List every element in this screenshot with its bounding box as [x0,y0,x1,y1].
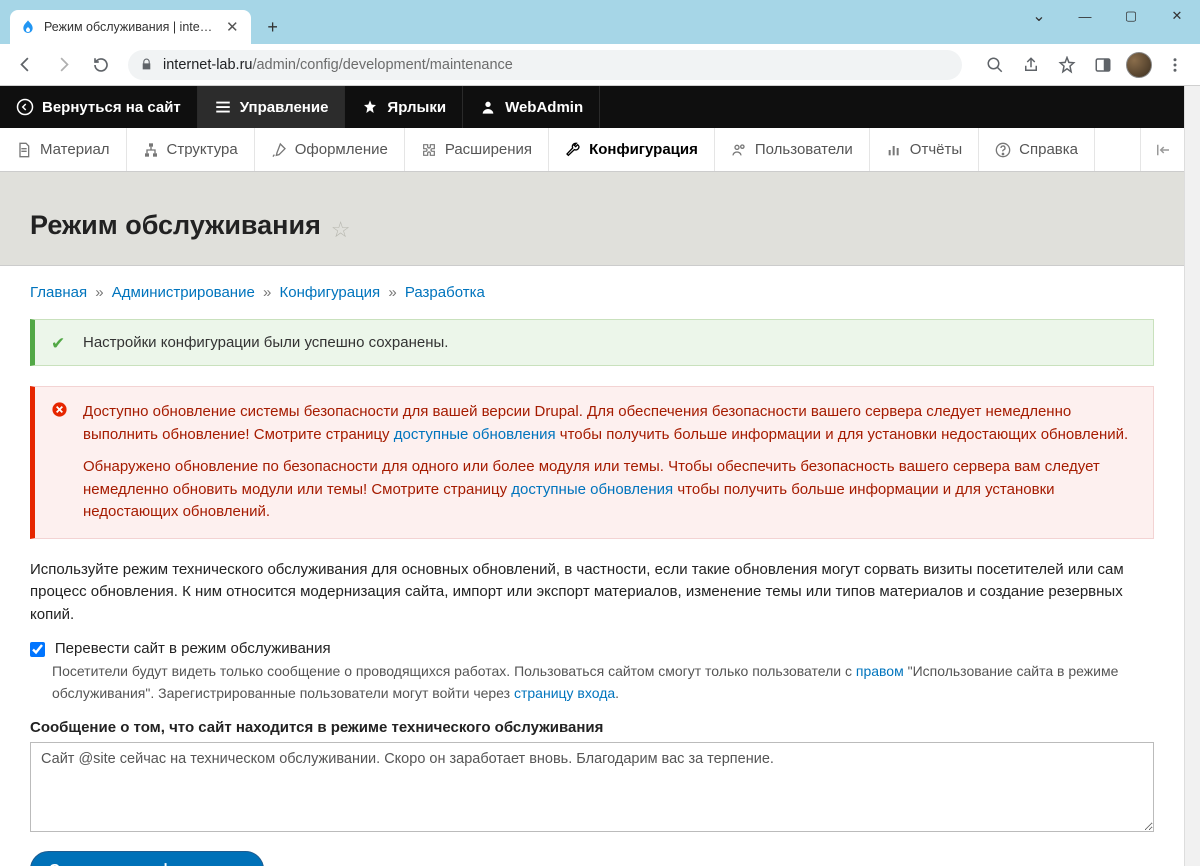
chart-icon [886,142,902,158]
url-text: internet-lab.ru/admin/config/development… [163,57,513,73]
forward-button[interactable] [46,48,80,82]
reload-button[interactable] [84,48,118,82]
browser-address-bar: internet-lab.ru/admin/config/development… [0,44,1200,86]
star-icon [361,99,379,115]
menu-structure[interactable]: Структура [127,128,255,171]
browser-titlebar: Режим обслуживания | internet ✕ + ⌄ ― ▢ … [0,0,1200,44]
breadcrumb-home[interactable]: Главная [30,284,87,301]
maximize-button[interactable]: ▢ [1108,0,1154,32]
form-description: Используйте режим технического обслужива… [30,559,1154,627]
new-tab-button[interactable]: + [259,13,287,41]
maintenance-checkbox-label[interactable]: Перевести сайт в режим обслуживания [55,640,331,657]
updates-link-1[interactable]: доступные обновления [394,426,556,443]
hierarchy-icon [143,142,159,158]
menu-config[interactable]: Конфигурация [549,128,715,171]
checkbox-help-text: Посетители будут видеть только сообщение… [52,661,1154,704]
message-field-label: Сообщение о том, что сайт находится в ре… [30,719,1154,736]
manage-button[interactable]: Управление [198,86,346,128]
people-icon [731,142,747,158]
user-menu-button[interactable]: WebAdmin [463,86,600,128]
user-label: WebAdmin [505,99,583,116]
shortcuts-label: Ярлыки [387,99,446,116]
url-box[interactable]: internet-lab.ru/admin/config/development… [128,50,962,80]
arrow-left-circle-icon [16,98,34,116]
menu-content[interactable]: Материал [0,128,127,171]
minimize-button[interactable]: ― [1062,0,1108,32]
maintenance-checkbox[interactable] [30,642,45,657]
page-title: Режим обслуживания [30,210,321,241]
updates-link-2[interactable]: доступные обновления [511,481,673,498]
wrench-icon [565,142,581,158]
menu-appearance[interactable]: Оформление [255,128,405,171]
menu-people[interactable]: Пользователи [715,128,870,171]
puzzle-icon [421,142,437,158]
close-button[interactable]: ✕ [1154,0,1200,32]
breadcrumb-admin[interactable]: Администрирование [112,284,255,301]
kebab-menu-icon[interactable] [1158,48,1192,82]
tab-title: Режим обслуживания | internet [44,20,214,34]
side-panel-icon[interactable] [1086,48,1120,82]
collapse-menu-button[interactable] [1140,128,1184,171]
browser-tab[interactable]: Режим обслуживания | internet ✕ [10,10,251,44]
breadcrumb-config[interactable]: Конфигурация [280,284,381,301]
maintenance-message-textarea[interactable] [30,742,1154,832]
drupal-toolbar: Вернуться на сайт Управление Ярлыки WebA… [0,86,1184,128]
document-icon [16,142,32,158]
favorite-star-icon[interactable]: ☆ [331,217,351,242]
vertical-scrollbar[interactable] [1184,86,1200,866]
breadcrumb-dev[interactable]: Разработка [405,284,485,301]
hamburger-icon [214,98,232,116]
shortcuts-button[interactable]: Ярлыки [345,86,463,128]
error-icon [51,401,68,418]
chevron-down-icon[interactable]: ⌄ [1016,0,1062,32]
check-icon: ✔ [51,334,65,354]
error-message: Доступно обновление системы безопасности… [30,386,1154,539]
permission-link[interactable]: правом [856,663,904,679]
page-header: Режим обслуживания ☆ [0,172,1184,266]
drupal-favicon [20,19,36,35]
profile-avatar[interactable] [1122,48,1156,82]
menu-reports[interactable]: Отчёты [870,128,979,171]
success-message: ✔ Настройки конфигурации были успешно со… [30,319,1154,366]
menu-extend[interactable]: Расширения [405,128,549,171]
lock-icon [140,58,153,71]
share-icon[interactable] [1014,48,1048,82]
save-config-button[interactable]: Сохранить конфигурацию [30,851,264,866]
tab-close-icon[interactable]: ✕ [222,18,243,36]
brush-icon [271,142,287,158]
manage-label: Управление [240,99,329,116]
bookmark-star-icon[interactable] [1050,48,1084,82]
zoom-icon[interactable] [978,48,1012,82]
back-to-site-button[interactable]: Вернуться на сайт [0,86,198,128]
user-icon [479,99,497,115]
breadcrumb: Главная » Администрирование » Конфигурац… [30,284,1154,301]
collapse-icon [1154,141,1172,159]
menu-help[interactable]: Справка [979,128,1095,171]
maintenance-checkbox-wrap: Перевести сайт в режим обслуживания [30,640,1154,657]
back-button[interactable] [8,48,42,82]
help-icon [995,142,1011,158]
back-to-site-label: Вернуться на сайт [42,99,181,116]
window-controls: ⌄ ― ▢ ✕ [1016,0,1200,32]
login-page-link[interactable]: страницу входа [514,685,615,701]
admin-menu: Материал Структура Оформление Расширения… [0,128,1184,172]
